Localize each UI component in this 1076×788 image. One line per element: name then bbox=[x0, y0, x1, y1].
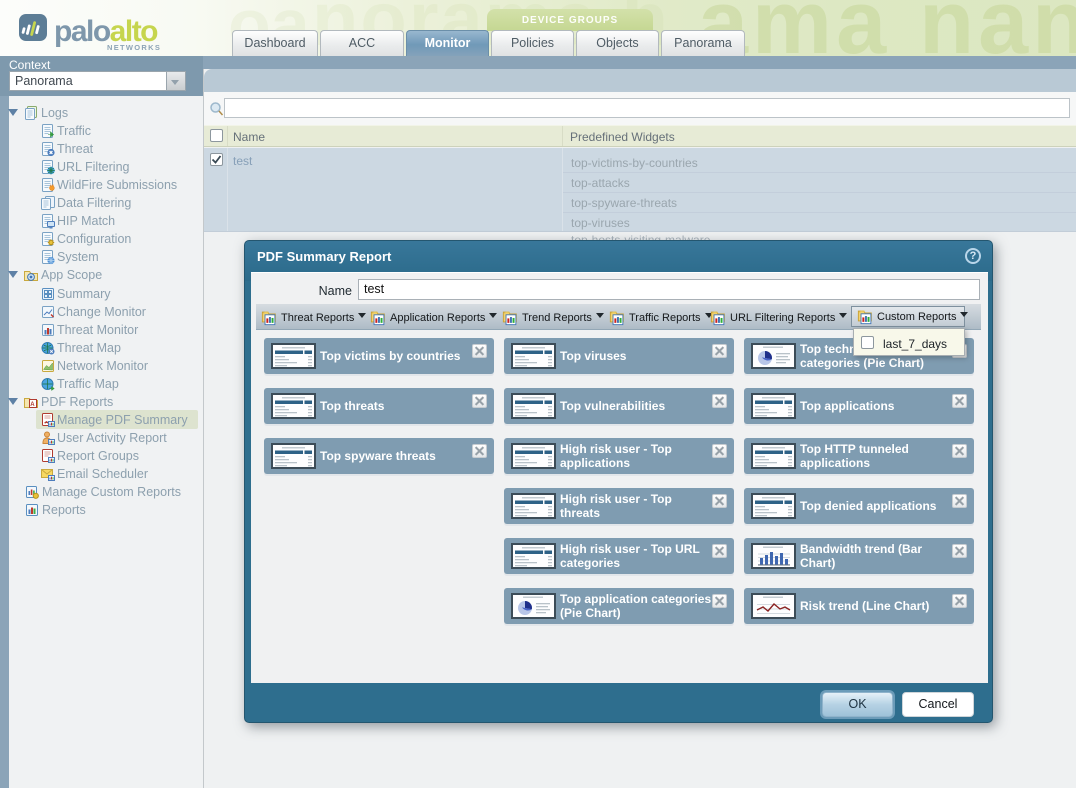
svg-text:A: A bbox=[30, 402, 35, 408]
svg-text:NETWORKS: NETWORKS bbox=[107, 43, 161, 52]
